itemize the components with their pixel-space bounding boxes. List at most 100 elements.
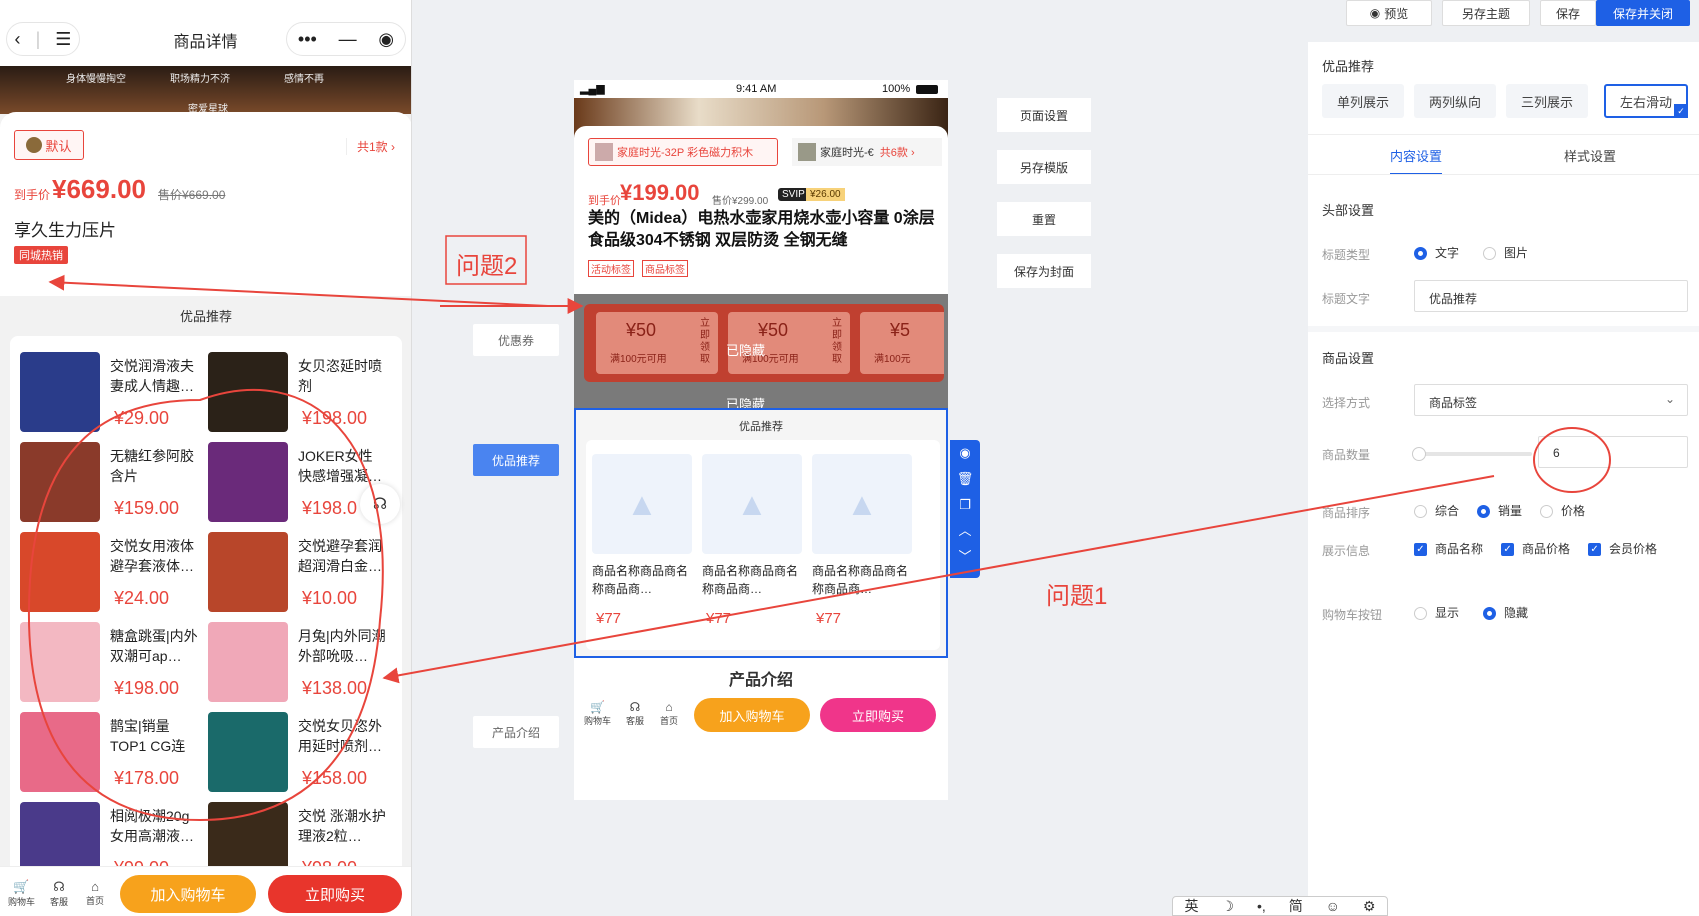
page-settings-button[interactable]: 页面设置 [997, 98, 1091, 132]
layout-single[interactable]: 单列展示 [1322, 84, 1404, 118]
punct-icon[interactable]: •, [1257, 898, 1266, 914]
rec-grid-item[interactable]: 交悦女贝恣外用延时喷剂… ¥158.00 [198, 712, 386, 792]
rec-module-selected[interactable]: 优品推荐 ▲ 商品名称商品商名称商品商… ¥77 ▲ 商品名称商品商名称商品商… ¥77 ▲… [574, 408, 948, 658]
home-icon: ⌂ [665, 700, 673, 714]
check-icon[interactable]: ✓ [1588, 543, 1602, 557]
close-circle-icon[interactable]: ◉ [378, 29, 394, 50]
check-icon[interactable]: ✓ [1501, 543, 1515, 557]
settings-icon[interactable]: ⚙ [1363, 898, 1376, 915]
coupon-card[interactable]: ¥50 满100元可用 立即领取 [596, 312, 718, 374]
radio-on-icon[interactable] [1477, 505, 1491, 519]
spec-count[interactable]: 共1款 › [346, 138, 395, 155]
radio-off-icon[interactable] [1540, 505, 1554, 519]
cart-radio[interactable]: 显示 隐藏 [1414, 604, 1528, 621]
rec-card[interactable]: ▲ 商品名称商品商名称商品商… ¥77 [702, 454, 806, 644]
rec-side-label[interactable]: 优品推荐 [473, 444, 559, 476]
minimize-icon[interactable]: — [339, 29, 357, 50]
add-cart-button[interactable]: 加入购物车 [120, 875, 256, 913]
spec-tag-2[interactable]: 家庭时光-€ 共6款 › [792, 138, 942, 166]
title-type-radio[interactable]: 文字 图片 [1414, 244, 1528, 261]
service-button[interactable]: ☊ 客服 [50, 879, 68, 908]
moon-icon[interactable]: ☽ [1221, 898, 1234, 915]
service-float-icon[interactable]: ☊ [360, 484, 400, 524]
save-button[interactable]: 保存 [1540, 0, 1596, 26]
check-icon[interactable]: ✓ [1414, 543, 1427, 557]
layout-three-col[interactable]: 三列展示 [1506, 84, 1588, 118]
radio-on-icon[interactable] [1414, 247, 1427, 261]
item-name: 交悦避孕套润超润滑白金… [298, 538, 382, 574]
intro-side-label[interactable]: 产品介绍 [473, 716, 559, 748]
sort-radio[interactable]: 综合 销量 价格 [1414, 502, 1585, 519]
item-name: 无糖红参阿胶含片 [110, 448, 194, 484]
product-thumbnail [20, 532, 100, 612]
rec-grid-item[interactable]: 月兔|内外同潮外部吮吸… ¥138.00 [198, 622, 386, 702]
display-checks[interactable]: ✓ 商品名称 ✓ 商品价格 ✓ 会员价格 [1414, 540, 1657, 557]
rec-grid-item[interactable]: 鹊宝|销量TOP1 CG连潮… ¥178.00 [10, 712, 198, 792]
activity-tag: 活动标签 [588, 260, 634, 277]
coupon-card[interactable]: ¥5 满100元 [860, 312, 944, 374]
rec-card[interactable]: ▲ 商品名称商品商名称商品商… ¥77 [592, 454, 696, 644]
emoji-icon[interactable]: ☺ [1326, 898, 1340, 914]
rec-grid-item[interactable]: 交悦女用液体避孕套液体… ¥24.00 [10, 532, 198, 612]
coupon-side-label[interactable]: 优惠券 [473, 324, 559, 356]
reset-button[interactable]: 重置 [997, 202, 1091, 236]
product-tag: 商品标签 [642, 260, 688, 277]
radio-off-icon[interactable] [1414, 505, 1427, 519]
rec-grid-item[interactable]: 交悦润滑液夫妻成人情趣… ¥29.00 [10, 352, 198, 432]
chevron-down-icon: ⌄ [1664, 392, 1675, 406]
rec-card[interactable]: ▲ 商品名称商品商名称商品商… ¥77 [812, 454, 916, 644]
tab-content-settings[interactable]: 内容设置 [1390, 146, 1443, 175]
copy-icon[interactable]: ❐ [950, 492, 980, 518]
save-theme-button[interactable]: 另存主题 [1442, 0, 1530, 26]
ime-lang[interactable]: 英 [1184, 896, 1198, 916]
title-text-input[interactable]: 优品推荐 [1414, 280, 1688, 312]
radio-off-icon[interactable] [1414, 607, 1427, 621]
spec-tag[interactable]: 默认 [14, 130, 84, 160]
ime-simplified[interactable]: 简 [1289, 896, 1303, 916]
coupon-get[interactable]: 立即领取 [700, 318, 712, 366]
layout-two-col[interactable]: 两列纵向 [1414, 84, 1496, 118]
count-input[interactable]: 6 [1538, 436, 1688, 468]
spec-count[interactable]: 共6款 › [880, 144, 915, 160]
preview-label: 预览 [1384, 6, 1409, 21]
select-mode-dropdown[interactable]: 商品标签 ⌄ [1414, 384, 1688, 416]
ime-toolbar[interactable]: 英 ☽ •, 简 ☺ ⚙ [1172, 896, 1388, 916]
cart-label: 购物车 [8, 897, 36, 907]
rec-grid-item[interactable]: 糖盒跳蛋|内外双潮可ap… ¥198.00 [10, 622, 198, 702]
banner-text: 感情不再 [284, 74, 324, 85]
count-slider[interactable] [1412, 447, 1532, 461]
slider-handle[interactable] [1412, 447, 1426, 461]
eye-icon[interactable]: ◉ [950, 440, 980, 466]
save-close-button[interactable]: 保存并关闭 [1596, 0, 1690, 26]
trash-icon[interactable]: 🗑 [950, 466, 980, 492]
rec-grid-item[interactable]: 女贝恣延时喷剂 ¥198.00 [198, 352, 386, 432]
chevron-down-icon[interactable]: ﹀ [950, 544, 980, 570]
save-template-button[interactable]: 另存模版 [997, 150, 1091, 184]
preview-button[interactable]: ◉ 预览 [1346, 0, 1432, 26]
spec-tag[interactable]: 家庭时光-32P 彩色磁力积木 [588, 138, 778, 166]
buy-now-button[interactable]: 立即购买 [820, 698, 936, 732]
service-button[interactable]: ☊ 客服 [626, 700, 644, 727]
price-prefix: 到手价 [588, 195, 621, 207]
capsule-menu[interactable]: ••• — ◉ [286, 22, 406, 56]
rec-grid-item[interactable]: 相阅极潮20g女用高潮液…¥99.00 [10, 802, 198, 876]
add-cart-button[interactable]: 加入购物车 [694, 698, 810, 732]
rec-grid-item[interactable]: 交悦避孕套润超润滑白金… ¥10.00 [198, 532, 386, 612]
more-icon[interactable]: ••• [298, 29, 317, 50]
layout-slide[interactable]: 左右滑动 ✓ [1604, 84, 1688, 118]
tab-style-settings[interactable]: 样式设置 [1564, 146, 1616, 165]
radio-off-icon[interactable] [1483, 247, 1497, 261]
buy-now-button[interactable]: 立即购买 [268, 875, 402, 913]
home-button[interactable]: ⌂ 首页 [86, 879, 104, 907]
cart-button[interactable]: 🛒 购物车 [584, 700, 611, 727]
chevron-up-icon[interactable]: ︿ [950, 518, 980, 544]
home-button[interactable]: ⌂ 首页 [660, 700, 678, 727]
rec-grid-item[interactable]: 交悦 涨潮水护理液2粒…¥98.00 [198, 802, 386, 876]
coupon-get[interactable]: 立即领取 [832, 318, 844, 366]
cart-button[interactable]: 🛒 购物车 [8, 879, 35, 908]
radio-on-icon[interactable] [1483, 607, 1497, 621]
rec-grid-item[interactable]: JOKER女性快感增强凝… ¥198.0 [198, 442, 386, 522]
save-cover-button[interactable]: 保存为封面 [997, 254, 1091, 288]
radio-label: 销量 [1498, 504, 1523, 518]
rec-grid-item[interactable]: 无糖红参阿胶含片 ¥159.00 [10, 442, 198, 522]
